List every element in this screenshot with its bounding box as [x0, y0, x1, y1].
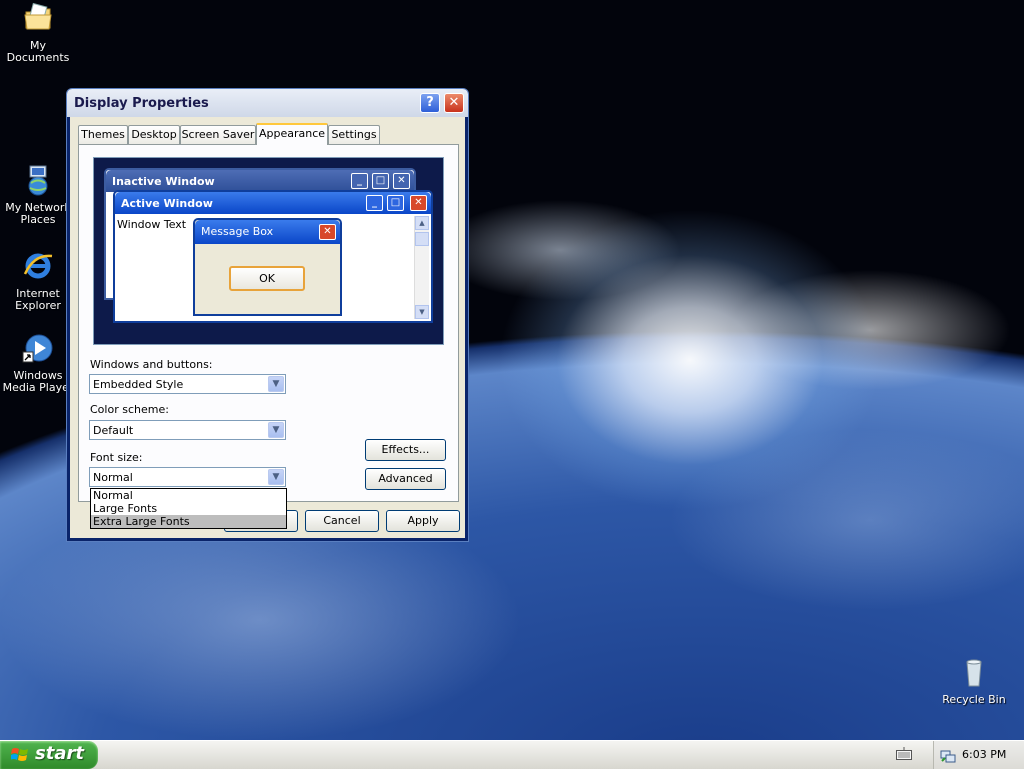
desktop-wallpaper: My Documents My Network Places Internet … — [0, 0, 1024, 740]
scroll-up-icon: ▲ — [415, 216, 429, 230]
desktop-icon-label: Recycle Bin — [942, 693, 1006, 706]
desktop-icon-label: Windows Media Player — [2, 369, 74, 394]
windows-buttons-select[interactable]: Embedded Style ▼ — [89, 374, 286, 394]
network-connection-icon[interactable] — [940, 747, 956, 763]
maximize-icon: □ — [387, 195, 404, 211]
tab-themes[interactable]: Themes — [78, 125, 128, 144]
system-tray: 6:03 PM — [933, 741, 1024, 769]
start-button[interactable]: start — [0, 741, 98, 769]
taskbar: start 6:03 PM — [0, 740, 1024, 769]
windows-buttons-label: Windows and buttons: — [90, 358, 213, 371]
close-icon: ✕ — [410, 195, 427, 211]
window-title: Display Properties — [74, 96, 209, 111]
font-size-label: Font size: — [90, 451, 143, 464]
preview-inactive-titlebar: Inactive Window _ □ ✕ — [106, 170, 414, 192]
tab-appearance[interactable]: Appearance — [256, 123, 328, 145]
font-size-option-extra-large[interactable]: Extra Large Fonts — [91, 515, 286, 528]
minimize-icon: _ — [351, 173, 368, 189]
close-icon: ✕ — [393, 173, 410, 189]
font-size-value: Normal — [93, 471, 133, 484]
desktop-icon-label: My Documents — [6, 39, 70, 64]
help-button[interactable]: ? — [420, 93, 440, 113]
preview-message-box: Message Box ✕ OK — [193, 218, 342, 316]
tab-settings[interactable]: Settings — [328, 125, 380, 144]
window-titlebar[interactable]: Display Properties ? ✕ — [67, 89, 468, 117]
color-scheme-value: Default — [93, 424, 134, 437]
font-size-select[interactable]: Normal ▼ — [89, 467, 286, 487]
desktop-icon-my-documents[interactable]: My Documents — [0, 2, 76, 64]
start-label: start — [35, 743, 84, 764]
apply-button[interactable]: Apply — [386, 510, 460, 532]
preview-window-text: Window Text — [117, 218, 187, 231]
preview-active-title: Active Window — [121, 197, 213, 210]
chevron-down-icon[interactable]: ▼ — [268, 422, 284, 438]
scroll-thumb — [415, 232, 429, 246]
desktop-icon-media-player[interactable]: Windows Media Player — [0, 332, 76, 394]
color-scheme-label: Color scheme: — [90, 403, 169, 416]
tab-screen-saver[interactable]: Screen Saver — [180, 125, 256, 144]
recycle-bin-icon — [966, 659, 982, 687]
keyboard-icon[interactable] — [896, 747, 912, 761]
font-size-option-normal[interactable]: Normal — [91, 489, 286, 502]
tab-desktop[interactable]: Desktop — [128, 125, 180, 144]
preview-message-titlebar: Message Box ✕ — [195, 220, 340, 244]
close-icon: ✕ — [319, 224, 336, 240]
scroll-down-icon: ▼ — [415, 305, 429, 319]
desktop-icon-network-places[interactable]: My Network Places — [0, 164, 76, 226]
internet-explorer-icon — [23, 253, 53, 279]
font-size-dropdown: Normal Large Fonts Extra Large Fonts — [90, 488, 287, 529]
font-size-option-large[interactable]: Large Fonts — [91, 502, 286, 515]
effects-button[interactable]: Effects... — [365, 439, 446, 461]
chevron-down-icon[interactable]: ▼ — [268, 376, 284, 392]
clock[interactable]: 6:03 PM — [962, 748, 1006, 761]
preview-ok-button: OK — [229, 266, 305, 291]
desktop-icon-recycle-bin[interactable]: Recycle Bin — [936, 656, 1012, 706]
maximize-icon: □ — [372, 173, 389, 189]
network-places-icon — [28, 165, 48, 196]
advanced-button[interactable]: Advanced — [365, 468, 446, 490]
desktop-icon-label: Internet Explorer — [15, 287, 61, 312]
media-player-icon — [22, 334, 53, 363]
close-button[interactable]: ✕ — [444, 93, 464, 113]
windows-logo-icon — [11, 748, 28, 761]
color-scheme-select[interactable]: Default ▼ — [89, 420, 286, 440]
preview-scrollbar: ▲ ▼ — [414, 216, 429, 319]
desktop-icon-label: My Network Places — [5, 201, 71, 226]
preview-active-titlebar: Active Window _ □ ✕ — [115, 192, 431, 214]
cancel-button[interactable]: Cancel — [305, 510, 379, 532]
desktop-icon-internet-explorer[interactable]: Internet Explorer — [0, 250, 76, 312]
chevron-down-icon[interactable]: ▼ — [268, 469, 284, 485]
windows-buttons-value: Embedded Style — [93, 378, 184, 391]
preview-inactive-title: Inactive Window — [112, 175, 215, 188]
preview-message-title: Message Box — [201, 225, 274, 238]
appearance-preview: Inactive Window _ □ ✕ Active Window _ □ … — [93, 157, 444, 345]
minimize-icon: _ — [366, 195, 383, 211]
my-documents-icon — [24, 2, 52, 30]
